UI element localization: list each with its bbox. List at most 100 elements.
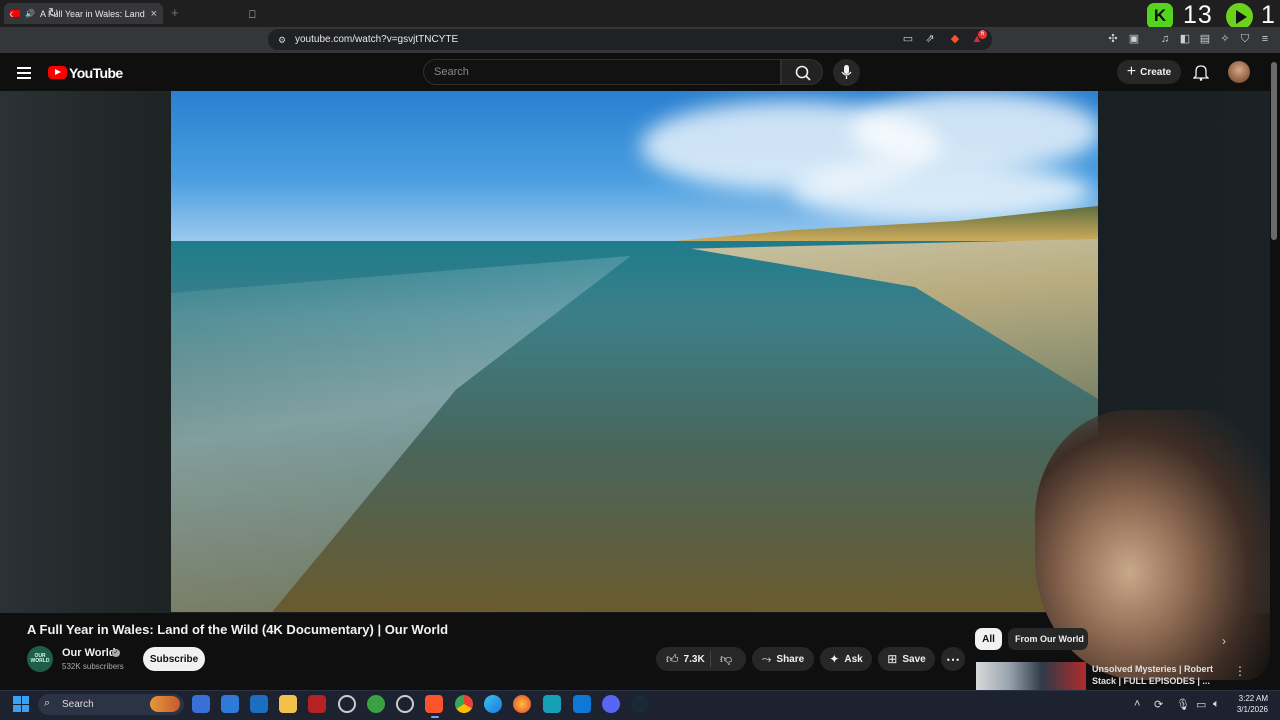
search-input[interactable] [423, 59, 781, 85]
screenshot-icon[interactable]: ▣ [1127, 32, 1141, 46]
more-vertical-icon[interactable]: ⋮ [1234, 664, 1246, 678]
chip-all[interactable]: All [975, 628, 1002, 650]
video-frame-cloud [851, 91, 1098, 171]
subscribe-button[interactable]: Subscribe [143, 647, 205, 671]
like-count: 7.3K [683, 653, 705, 665]
search-icon [795, 65, 811, 81]
teal-app-icon[interactable] [543, 695, 561, 713]
back-icon[interactable]: ‹ [9, 5, 14, 21]
tray-sync-icon[interactable]: ⟳ [1154, 698, 1163, 711]
cast-icon[interactable]: ▭ [901, 32, 915, 46]
channel-avatar[interactable]: OUR WORLD [27, 646, 53, 672]
thumbs-up-icon: 👍︎ [666, 651, 679, 666]
recommendation-title[interactable]: Unsolved Mysteries | Robert Stack | FULL… [1092, 663, 1222, 687]
rewards-badge: 6 [978, 30, 987, 39]
new-tab-button[interactable]: + [171, 5, 179, 20]
play-counter: 1 [1261, 1, 1275, 29]
verified-check-icon: ✓ [112, 649, 120, 657]
windows-start-icon[interactable] [13, 696, 29, 712]
vpn-icon[interactable]: ⛉ [1238, 32, 1252, 46]
tray-mic-icon[interactable]: 🎙︎ [1176, 698, 1190, 711]
sparkle-icon: ✦ [829, 652, 840, 666]
save-bookmark-icon: ⊞ [887, 652, 898, 666]
vscode-icon[interactable] [573, 695, 591, 713]
extensions-icon[interactable]: ✣ [1106, 32, 1120, 46]
taskbar-search-icon: ⌕ [44, 697, 51, 709]
remote-app-icon[interactable] [250, 695, 268, 713]
wallet-icon[interactable]: ▤ [1198, 32, 1212, 46]
like-divider [710, 651, 711, 667]
brave-browser-icon[interactable] [425, 695, 443, 713]
clock-date: 3/1/2026 [1236, 705, 1268, 714]
file-explorer-icon[interactable] [279, 695, 297, 713]
leo-ai-icon[interactable]: ✧ [1218, 32, 1232, 46]
hamburger-menu-icon[interactable] [17, 67, 31, 79]
notifications-bell-icon[interactable] [1192, 63, 1210, 86]
menu-icon[interactable]: ≡ [1258, 32, 1272, 46]
video-title: A Full Year in Wales: Land of the Wild (… [27, 622, 449, 637]
recommendation-thumbnail[interactable] [976, 662, 1086, 690]
tray-display-icon[interactable]: ▭ [1196, 698, 1206, 711]
share-page-icon[interactable]: ⇗ [923, 32, 937, 46]
forward-icon[interactable]: › [29, 5, 34, 21]
page-scrollbar[interactable] [1271, 62, 1277, 240]
active-app-indicator [431, 716, 439, 718]
edge-icon[interactable] [484, 695, 502, 713]
brave-shields-icon[interactable]: ◆ [948, 32, 962, 46]
video-player[interactable] [171, 91, 1098, 612]
taskbar-search-label: Search [62, 699, 94, 710]
search-button[interactable] [781, 59, 823, 85]
ask-button[interactable]: ✦ Ask [820, 647, 872, 671]
ask-label: Ask [844, 653, 863, 665]
subscriber-count: 532K subscribers [62, 662, 124, 671]
browser-tab[interactable]: 🔊 A Full Year in Wales: Land of the Wild… [4, 3, 163, 24]
share-label: Share [776, 653, 805, 665]
youtube-logo-text[interactable]: YouTube [69, 65, 123, 81]
kick-logo-icon: K [1147, 3, 1173, 29]
firefox-icon[interactable] [513, 695, 531, 713]
search-highlight-icon [150, 696, 180, 712]
steam-icon[interactable] [631, 695, 649, 713]
clock-app-icon[interactable] [338, 695, 356, 713]
more-horizontal-icon: ⋯ [946, 650, 960, 667]
thumbs-down-icon[interactable]: 👎︎ [720, 652, 732, 667]
shield-app-icon[interactable] [367, 695, 385, 713]
url-text[interactable]: youtube.com/watch?v=gsvjtTNCYTE [295, 34, 458, 45]
chip-from-channel[interactable]: From Our World [1008, 628, 1088, 650]
create-button[interactable]: + Create [1117, 60, 1181, 84]
save-label: Save [902, 653, 926, 665]
bookmark-icon[interactable]: ⎕ [249, 7, 256, 23]
outlook-icon[interactable] [221, 695, 239, 713]
more-actions-button[interactable]: ⋯ [941, 647, 965, 671]
chevron-right-icon[interactable]: › [1222, 634, 1226, 648]
share-icon: ⤳ [761, 651, 772, 666]
account-avatar[interactable] [1228, 61, 1250, 83]
netflix-app-icon[interactable] [308, 695, 326, 713]
recorder-app-icon[interactable] [396, 695, 414, 713]
site-info-icon[interactable]: ⚙ [275, 33, 289, 47]
sidebar-icon[interactable]: ◧ [1178, 32, 1192, 46]
save-button[interactable]: ⊞ Save [878, 647, 935, 671]
browser-tab-strip [0, 0, 1280, 27]
like-button[interactable]: 👍︎ 7.3K [656, 647, 746, 671]
kick-counter: 13 [1183, 1, 1213, 29]
clock-time: 3:22 AM [1238, 694, 1268, 703]
taskbar-clock[interactable]: 3:22 AM 3/1/2026 [1232, 693, 1268, 715]
chrome-icon[interactable] [455, 695, 473, 713]
tray-expand-icon[interactable]: ˄ [1134, 698, 1140, 710]
share-button[interactable]: ⤳ Share [752, 647, 814, 671]
media-icon[interactable]: ♫ [1158, 32, 1172, 46]
microphone-icon [841, 65, 852, 79]
tab-close-icon[interactable]: × [151, 8, 157, 20]
channel-name[interactable]: Our World [62, 647, 116, 659]
task-view-icon[interactable] [192, 695, 210, 713]
create-label: Create [1140, 66, 1172, 78]
youtube-logo-icon[interactable] [48, 66, 67, 79]
reload-icon[interactable]: ↻ [48, 5, 59, 21]
search-placeholder: Search [434, 66, 469, 78]
voice-search-button[interactable] [833, 59, 860, 86]
plus-icon: + [1126, 63, 1137, 80]
rumble-play-icon [1226, 3, 1253, 30]
discord-icon[interactable] [602, 695, 620, 713]
tray-volume-icon[interactable]: 🔈︎ [1213, 698, 1220, 711]
